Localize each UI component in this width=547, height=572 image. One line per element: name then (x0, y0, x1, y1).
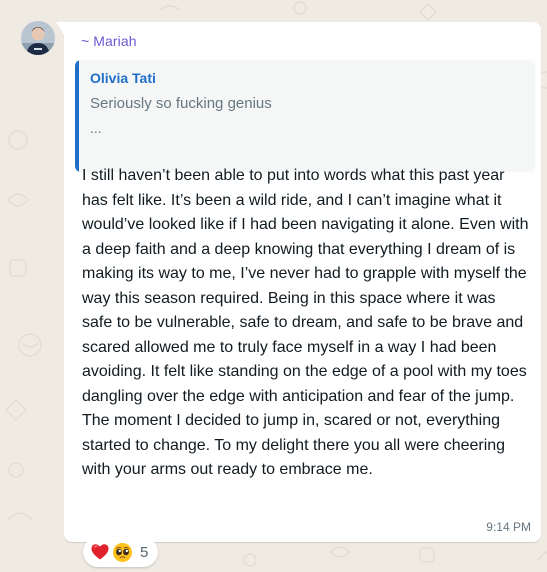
message-time: 9:14 PM (486, 520, 531, 534)
message-bubble[interactable]: ~ Mariah Olivia Tati Seriously so fuckin… (56, 22, 541, 542)
sender-avatar[interactable] (21, 21, 55, 55)
reactions-pill[interactable]: 5 (83, 537, 159, 567)
quoted-ellipsis: ... (90, 120, 102, 136)
quote-accent-bar (75, 60, 79, 172)
sender-name[interactable]: ~ Mariah (81, 33, 137, 49)
quoted-author: Olivia Tati (90, 70, 156, 86)
message-text: I still haven’t been able to put into wo… (82, 167, 529, 478)
quoted-message[interactable]: Olivia Tati Seriously so fucking genius … (75, 60, 535, 172)
red-heart-icon (91, 544, 109, 560)
pleading-face-icon (113, 542, 132, 562)
quoted-text: Seriously so fucking genius (90, 95, 272, 112)
reaction-count: 5 (140, 543, 149, 561)
bubble-tail (56, 22, 64, 35)
avatar-photo (21, 21, 55, 55)
